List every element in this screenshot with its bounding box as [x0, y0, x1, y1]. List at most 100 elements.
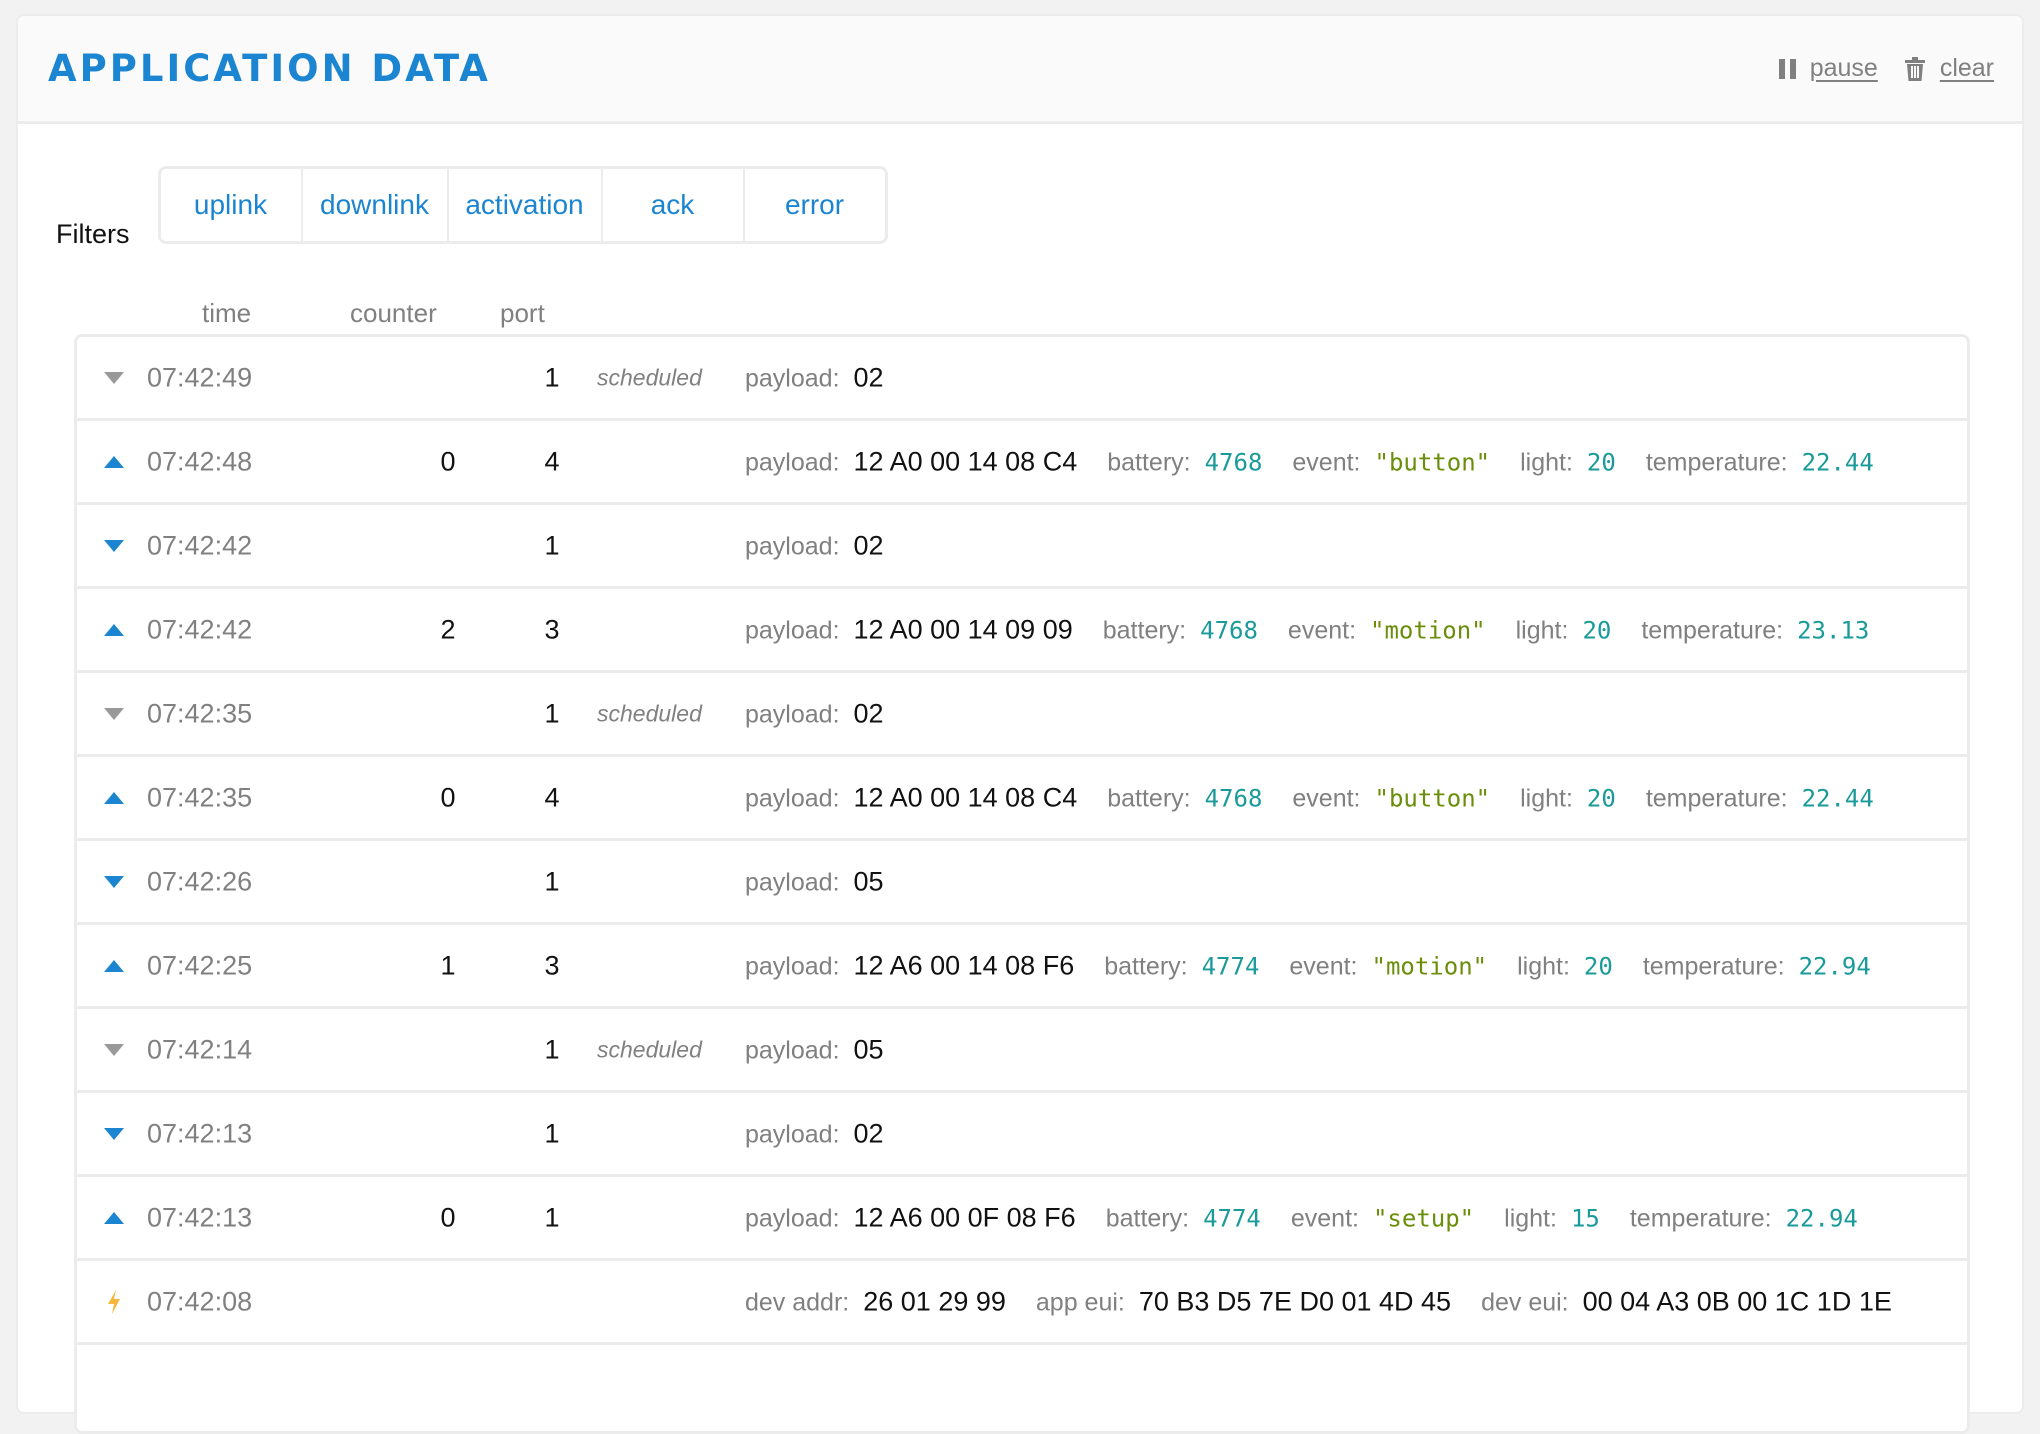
row-time: 07:42:35 [147, 698, 253, 728]
field-value: 12 A0 00 14 09 09 [853, 614, 1073, 644]
table-row[interactable]: 07:42:14 1 scheduled payload: 05 [77, 1009, 1967, 1093]
row-port: 3 [544, 950, 560, 980]
row-time: 07:42:25 [147, 950, 253, 980]
field: light: 20 [1517, 952, 1613, 981]
clear-label[interactable]: clear [1940, 54, 1994, 83]
triangle-up-icon [103, 787, 125, 809]
field: dev addr: 26 01 29 99 [745, 1286, 1006, 1317]
field-value: 4768 [1204, 784, 1263, 812]
row-status: scheduled [597, 1036, 702, 1062]
field-key: temperature: [1629, 1204, 1772, 1232]
triangle-down-icon [103, 1123, 125, 1145]
row-time: 07:42:49 [147, 362, 253, 392]
field-key: battery: [1107, 784, 1191, 812]
field: light: 15 [1504, 1204, 1600, 1233]
field-key: dev eui: [1481, 1288, 1569, 1316]
field-value: 20 [1583, 952, 1613, 980]
table-row[interactable]: 07:42:49 1 scheduled payload: 02 [77, 337, 1967, 421]
field-key: payload: [745, 784, 840, 812]
field-key: payload: [745, 868, 840, 896]
field-value: 22.94 [1785, 1204, 1858, 1232]
row-time: 07:42:42 [147, 530, 253, 560]
field-key: light: [1517, 952, 1570, 980]
field: payload: 05 [745, 866, 884, 897]
field-value: 4774 [1203, 1204, 1261, 1232]
field-value: 12 A0 00 14 08 C4 [853, 446, 1078, 476]
field-key: payload: [745, 952, 840, 980]
row-port: 1 [544, 1118, 560, 1148]
field: payload: 12 A0 00 14 09 09 [745, 614, 1073, 645]
row-port: 1 [544, 1034, 560, 1064]
field: payload: 12 A6 00 14 08 F6 [745, 950, 1074, 981]
row-fields: payload: 12 A0 00 14 08 C4 battery: 4768 eve… [745, 446, 1904, 477]
filter-ack[interactable]: ack [603, 169, 745, 241]
row-counter: 1 [440, 950, 456, 980]
field: payload: 12 A0 00 14 08 C4 [745, 446, 1077, 477]
row-time: 07:42:08 [147, 1286, 253, 1316]
table-row[interactable]: 07:42:35 0 4 payload: 12 A0 00 14 08 C4 batte… [77, 757, 1967, 841]
column-header-time[interactable]: time [202, 298, 251, 329]
clear-button[interactable]: clear [1904, 54, 1994, 83]
field-value: "setup" [1372, 1204, 1475, 1232]
field-key: event: [1287, 616, 1357, 644]
filter-uplink[interactable]: uplink [161, 169, 303, 241]
field-value: 12 A6 00 14 08 F6 [853, 950, 1075, 980]
table-row[interactable]: 07:42:35 1 scheduled payload: 02 [77, 673, 1967, 757]
field-key: light: [1520, 448, 1573, 476]
row-port: 1 [544, 530, 560, 560]
table-row[interactable]: 07:42:25 1 3 payload: 12 A6 00 14 08 F6 batte… [77, 925, 1967, 1009]
row-time: 07:42:48 [147, 446, 253, 476]
pause-label[interactable]: pause [1810, 54, 1878, 83]
field-value: "button" [1374, 784, 1491, 812]
field: event: "setup" [1291, 1204, 1474, 1233]
field-value: 15 [1570, 1204, 1600, 1232]
row-fields: payload: 12 A0 00 14 08 C4 battery: 4768 eve… [745, 782, 1904, 813]
table-row[interactable]: 07:42:26 1 payload: 05 [77, 841, 1967, 925]
table-row[interactable]: 07:42:48 0 4 payload: 12 A0 00 14 08 C4 batte… [77, 421, 1967, 505]
triangle-up-icon [103, 1207, 125, 1229]
row-time: 07:42:26 [147, 866, 253, 896]
row-fields: payload: 02 [745, 362, 914, 393]
field: event: "button" [1292, 448, 1490, 477]
triangle-down-icon [103, 535, 125, 557]
field-value: "button" [1374, 448, 1491, 476]
filter-error[interactable]: error [745, 169, 885, 241]
field: temperature: 22.44 [1646, 448, 1874, 477]
triangle-down-icon [103, 367, 125, 389]
field: light: 20 [1520, 448, 1616, 477]
field-value: 12 A0 00 14 08 C4 [853, 782, 1078, 812]
table-row[interactable]: 07:42:13 1 payload: 02 [77, 1093, 1967, 1177]
field-key: battery: [1107, 448, 1191, 476]
triangle-up-icon [103, 955, 125, 977]
filter-activation[interactable]: activation [449, 169, 603, 241]
row-fields: payload: 12 A6 00 14 08 F6 battery: 4774 eve… [745, 950, 1901, 981]
pause-button[interactable]: pause [1778, 54, 1878, 83]
field: battery: 4768 [1107, 784, 1262, 813]
lightning-bolt-icon [103, 1289, 125, 1314]
field-key: dev addr: [745, 1288, 850, 1316]
field-value: 02 [853, 1118, 884, 1148]
field: battery: 4774 [1106, 1204, 1261, 1233]
filters-row: Filters uplink downlink activation ack e… [56, 166, 888, 249]
field-value: 02 [853, 362, 884, 392]
field-value: "motion" [1370, 616, 1486, 644]
field-value: 26 01 29 99 [863, 1286, 1006, 1316]
field-key: event: [1290, 1204, 1359, 1232]
field-key: temperature: [1645, 448, 1788, 476]
field-value: 20 [1586, 448, 1616, 476]
field: app eui: 70 B3 D5 7E D0 01 4D 45 [1036, 1286, 1451, 1317]
field-key: battery: [1104, 952, 1188, 980]
table-row[interactable]: 07:42:08 dev addr: 26 01 29 99 app eui: 70 B… [77, 1261, 1967, 1345]
table-row[interactable]: 07:42:42 2 3 payload: 12 A0 00 14 09 09 batte… [77, 589, 1967, 673]
field: payload: 02 [745, 698, 884, 729]
row-fields: payload: 02 [745, 1118, 914, 1149]
message-table: 07:42:49 1 scheduled payload: 02 07:42:48 0 4 pa… [74, 334, 1970, 1434]
table-row[interactable]: 07:42:13 0 1 payload: 12 A6 00 0F 08 F6 batte… [77, 1177, 1967, 1261]
field-key: payload: [745, 364, 840, 392]
table-row[interactable]: 07:42:42 1 payload: 02 [77, 505, 1967, 589]
field-value: 22.44 [1801, 784, 1874, 812]
column-header-counter[interactable]: counter [350, 298, 437, 329]
field-value: 20 [1582, 616, 1612, 644]
column-header-port[interactable]: port [500, 298, 545, 329]
filter-downlink[interactable]: downlink [303, 169, 449, 241]
